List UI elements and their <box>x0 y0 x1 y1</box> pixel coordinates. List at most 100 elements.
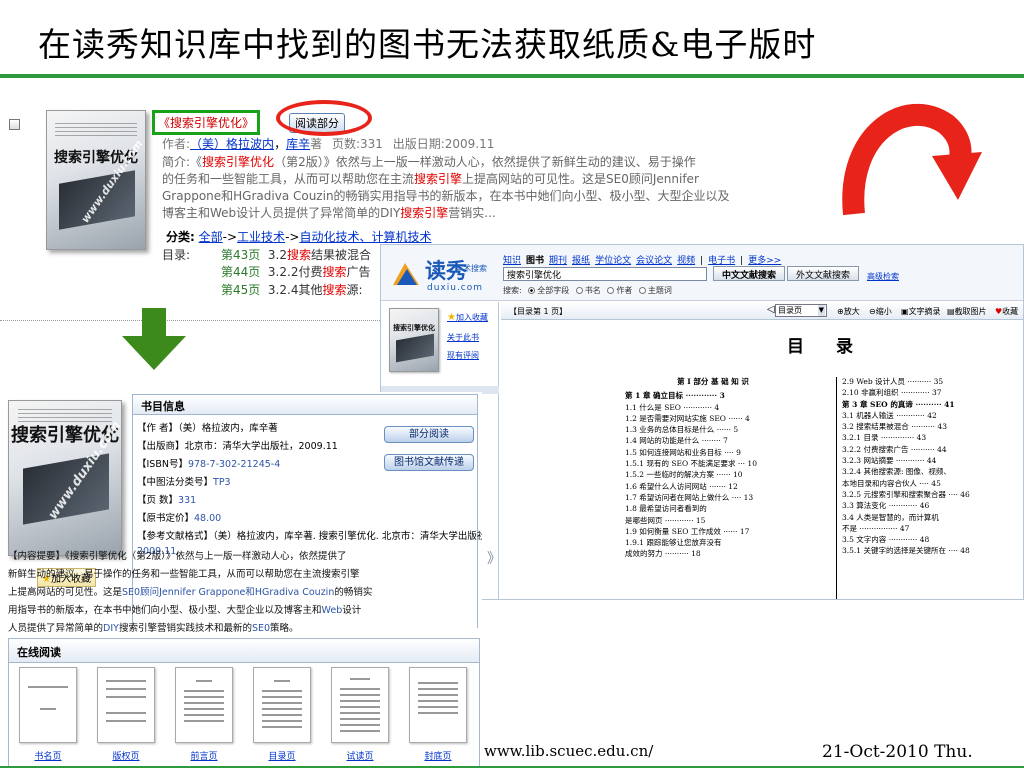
thumb-copyright-page[interactable] <box>97 667 155 743</box>
scope-author-radio[interactable] <box>607 287 615 294</box>
toc-entry: 3.2.4 其他搜索源: 图像、视频、 <box>842 467 951 477</box>
online-reading: 在线阅读 书名页 版权页 前言页 目录页 试读页 封底页 <box>8 638 480 768</box>
nav-books[interactable]: 图书 <box>526 256 544 266</box>
nav-newspapers[interactable]: 报纸 <box>572 256 590 266</box>
capture-image-button[interactable]: ▤截取图片 <box>947 306 987 317</box>
toc-entry: 3.2.3 网站摘要 ············ 44 <box>842 456 937 466</box>
author-line: 作者:（美）格拉波内，库辛著 页数:331 出版日期:2009.11 <box>162 137 495 151</box>
add-favorite-link[interactable]: ★加入收藏 <box>447 312 488 323</box>
toc-entry: 第 I 部分 基 础 知 识 <box>677 377 749 386</box>
content-summary-last-line: 人员提供了异常简单的DIY搜索引擎营销实践技术和最新的SE0策略。 <box>8 623 299 634</box>
toc-hit[interactable]: 第45页 3.2.4其他搜索源: <box>221 281 363 298</box>
duxiu-logo[interactable]: 读秀 学术搜索 duxiu.com <box>389 255 489 295</box>
result-summary: 简介:《搜索引擎优化（第2版）》依然与上一版一样激动人心，依然提供了新鲜生动的建… <box>162 155 730 220</box>
info-author: 【作 者】（美）格拉波内，库辛著 <box>137 423 278 434</box>
zoom-out-button[interactable]: ⊖缩小 <box>869 306 892 317</box>
toc-heading: 目录 <box>787 337 885 357</box>
thumb-label[interactable]: 目录页 <box>253 749 311 762</box>
thumb-preface-page[interactable] <box>175 667 233 743</box>
star-icon: ★ <box>447 312 456 323</box>
collapse-sidebar-icon[interactable]: 》 <box>487 548 501 568</box>
foreign-search-button[interactable]: 外文文献搜索 <box>787 266 860 281</box>
reviews-link[interactable]: 现有评阅 <box>447 350 479 361</box>
thumb-label[interactable]: 书名页 <box>19 749 77 762</box>
thumb-sample-page[interactable] <box>331 667 389 743</box>
cat-industry-link[interactable]: 工业技术 <box>237 230 285 244</box>
info-isbn: 【ISBN号】978-7-302-21245-4 <box>137 459 281 470</box>
toc-entry: 1.4 网站的功能是什么 ········ 7 <box>625 436 728 446</box>
reader-book-cover: 搜索引擎优化 <box>389 308 439 372</box>
category-breadcrumb: 分类: 全部->工业技术->自动化技术、计算机技术 <box>166 230 432 244</box>
document-delivery-button[interactable]: 图书馆文献传递 <box>384 454 474 471</box>
nav-video[interactable]: 视频 <box>677 256 695 266</box>
toc-label: 目录: <box>162 248 191 262</box>
info-publisher: 【出版商】北京市：清华大学出版社，2009.11 <box>137 441 338 452</box>
separator <box>0 320 380 321</box>
title-rest: 读秀知识库中找到的图书无法获取纸质&电子版时 <box>72 25 817 64</box>
chinese-search-button[interactable]: 中文文献搜索 <box>713 266 786 281</box>
thumb-label[interactable]: 前言页 <box>175 749 233 762</box>
advanced-search-link[interactable]: 高级检索 <box>867 271 899 282</box>
toc-entry: 3.5.1 关键字的选择是关键所在 ···· 48 <box>842 546 970 556</box>
cat-all-link[interactable]: 全部 <box>199 230 223 244</box>
toc-entry: 3.2.5 元搜索引擎和搜索聚合器 ···· 46 <box>842 489 970 499</box>
nav-conferences[interactable]: 会议论文 <box>636 256 672 266</box>
title-prefix: 在 <box>38 25 72 64</box>
thumb-label[interactable]: 试读页 <box>331 749 389 762</box>
cat-computer-link[interactable]: 自动化技术、计算机技术 <box>299 230 431 244</box>
text-extract-button[interactable]: ▣文字摘录 <box>901 306 941 317</box>
result-book-title[interactable]: 《搜索引擎优化》 <box>152 110 261 135</box>
favorite-button[interactable]: ♥收藏 <box>995 306 1018 317</box>
toc-entry: 1.7 希望访问者在网站上做什么 ···· 13 <box>625 492 754 502</box>
info-pages: 【页 数】331 <box>137 495 197 506</box>
nav-theses[interactable]: 学位论文 <box>595 256 631 266</box>
toc-entry: 1.5.1 现有的 SEO 不能满足要求 ··· 10 <box>625 459 757 469</box>
book-detail-panel: 搜索引擎优化 www.duxiu.com ★加入收藏 书目信息 【作 者】（美）… <box>0 392 482 628</box>
toc-entry: 不是 ················ 47 <box>842 523 910 533</box>
toc-entry: 3.1 机器人输送 ············ 42 <box>842 410 937 420</box>
thumb-label[interactable]: 版权页 <box>97 749 155 762</box>
toc-hit[interactable]: 第43页 3.2搜索结果被混合 <box>221 246 371 263</box>
thumb-title-page[interactable] <box>19 667 77 743</box>
footer-date: 21-Oct-2010 Thu. <box>822 742 973 762</box>
page-select[interactable]: 目录页 <box>775 304 827 317</box>
toc-entry: 1.8 最希望访问者看到的 <box>625 504 707 514</box>
nav-ebooks[interactable]: 电子书 <box>708 256 735 266</box>
result-checkbox[interactable] <box>9 119 20 130</box>
detail-book-cover: 搜索引擎优化 www.duxiu.com <box>8 400 122 556</box>
author-link[interactable]: （美）格拉波内 <box>190 137 274 151</box>
nav-more[interactable]: 更多>> <box>748 256 781 266</box>
online-reading-heading: 在线阅读 <box>9 639 479 663</box>
about-book-link[interactable]: 关于此书 <box>447 332 479 343</box>
author-link-2[interactable]: 库辛 <box>286 137 310 151</box>
prev-arrow-icon[interactable]: ◁ <box>767 304 775 315</box>
info-citation: 【参考文献格式】（美）格拉波内，库辛著. 搜索引擎优化. 北京市：清华大学出版社… <box>137 531 482 542</box>
toc-entry: 3.2.2 付费搜索广告 ·········· 44 <box>842 444 947 454</box>
nav-knowledge[interactable]: 知识 <box>503 256 521 266</box>
toc-entry: 1.9.1 跟踪能够让您放弃没有 <box>625 538 722 548</box>
toc-entry: 第 3 章 SEO 的真谛 ·········· 41 <box>842 399 955 409</box>
search-scope-options: 搜索: 全部字段 书名 作者 主题词 <box>503 286 672 295</box>
toc-entry: 2.10 非赢利组织 ············ 37 <box>842 388 942 398</box>
scope-subject-radio[interactable] <box>638 287 646 294</box>
page-indicator: 【目录第 1 页】 <box>509 307 568 316</box>
nav-journals[interactable]: 期刊 <box>549 256 567 266</box>
content-summary: 【内容提要】《搜索引擎优化（第2版）》依然与上一版一样激动人心，依然提供了 新鲜… <box>8 551 373 616</box>
toc-entry: 1.1 什么是 SEO ············ 4 <box>625 402 720 412</box>
toc-entry: 3.2.1 目录 ·············· 43 <box>842 433 927 443</box>
partial-read-button[interactable]: 部分阅读 <box>384 426 474 443</box>
thumb-toc-page[interactable] <box>253 667 311 743</box>
result-book-cover[interactable]: 搜索引擎优化 www.duxiu.com <box>46 110 146 250</box>
scope-all-radio[interactable] <box>528 287 536 294</box>
pub-date: 出版日期:2009.11 <box>392 137 495 151</box>
title-rule <box>0 74 1024 78</box>
toc-hit[interactable]: 第44页 3.2.2付费搜索广告 <box>221 263 371 280</box>
thumb-label[interactable]: 封底页 <box>409 749 467 762</box>
toc-entry: 是哪些网页 ············ 15 <box>625 515 706 525</box>
search-input[interactable] <box>503 267 707 281</box>
down-arrow-icon <box>122 308 186 370</box>
toc-entry: 本地目录和内容合伙人 ···· 45 <box>842 478 941 488</box>
zoom-in-button[interactable]: ⊕放大 <box>837 306 860 317</box>
thumb-back-cover[interactable] <box>409 667 467 743</box>
scope-title-radio[interactable] <box>575 287 583 294</box>
